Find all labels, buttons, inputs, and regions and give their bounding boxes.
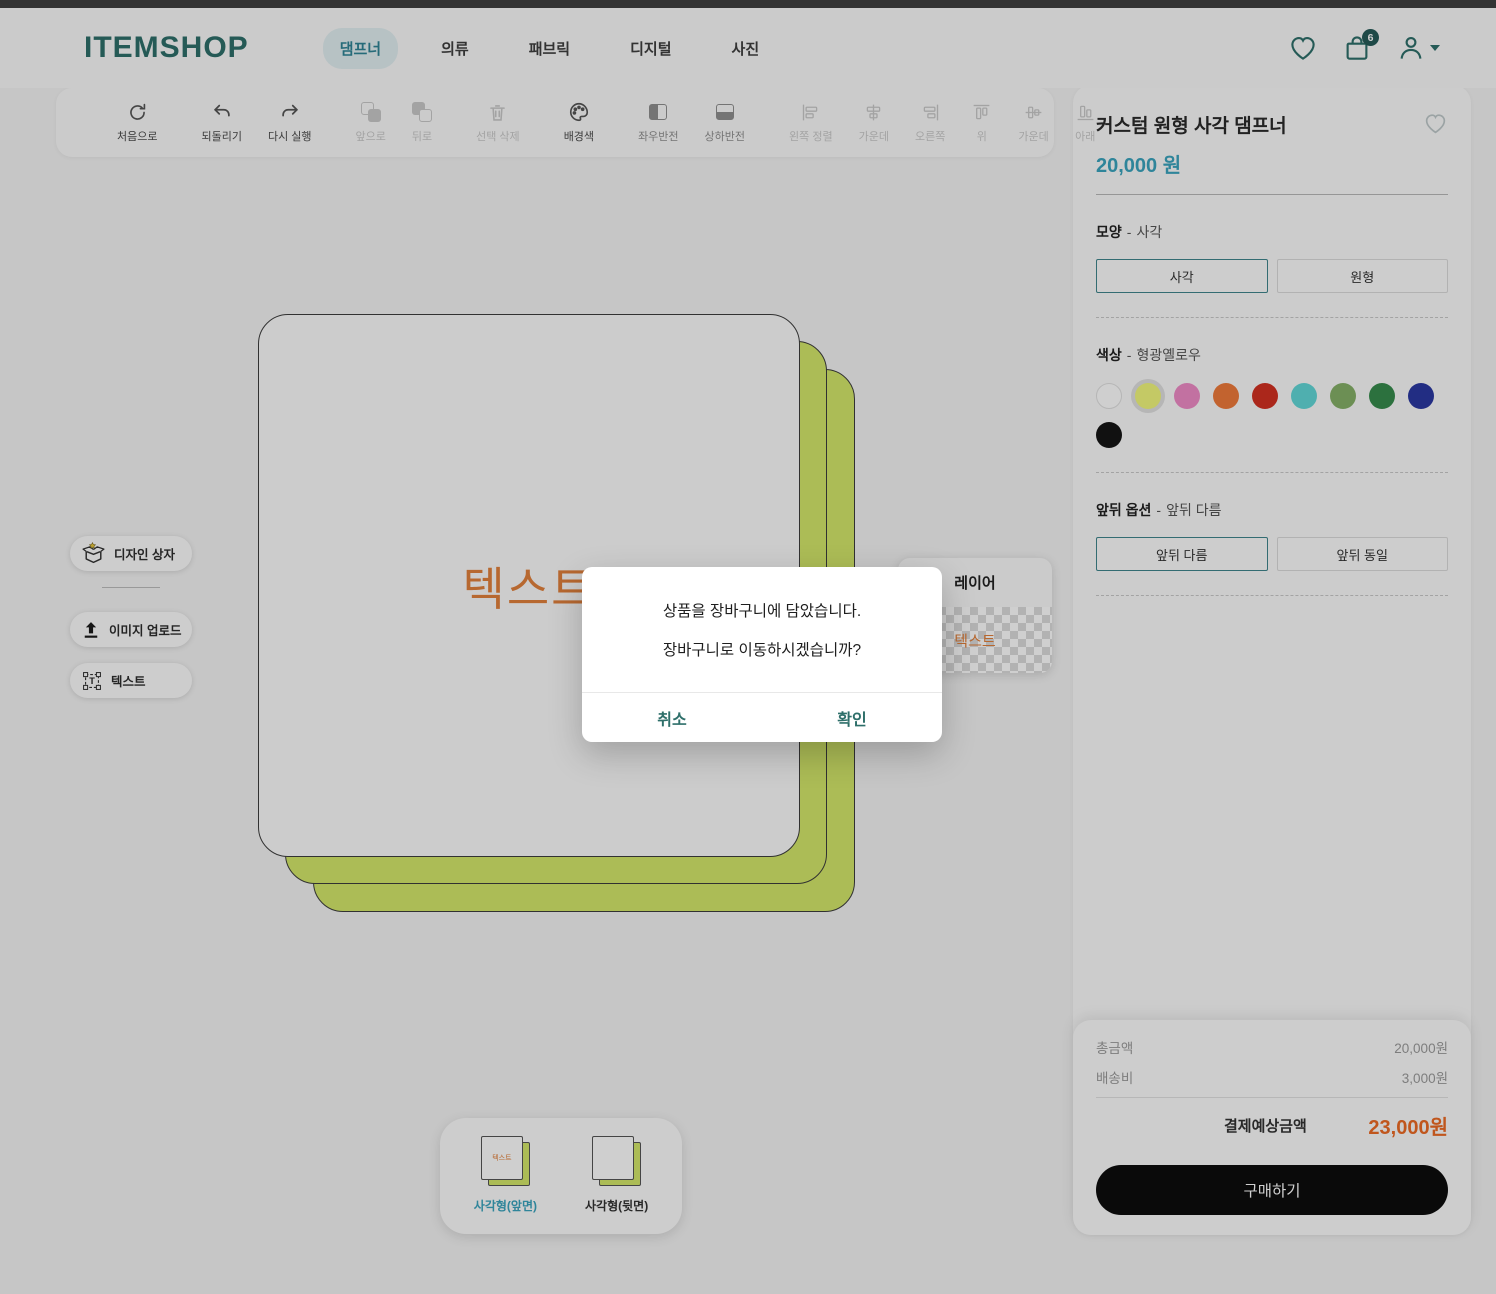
dialog-message-line1: 상품을 장바구니에 담았습니다. (663, 599, 861, 621)
dialog-cancel-button[interactable]: 취소 (582, 693, 762, 742)
dialog-message: 상품을 장바구니에 담았습니다. 장바구니로 이동하시겠습니까? (582, 567, 942, 692)
dialog-actions: 취소 확인 (582, 692, 942, 742)
dialog-message-line2: 장바구니로 이동하시겠습니까? (663, 638, 861, 660)
dialog-confirm-button[interactable]: 확인 (762, 693, 942, 742)
cart-confirm-dialog: 상품을 장바구니에 담았습니다. 장바구니로 이동하시겠습니까? 취소 확인 (582, 567, 942, 742)
